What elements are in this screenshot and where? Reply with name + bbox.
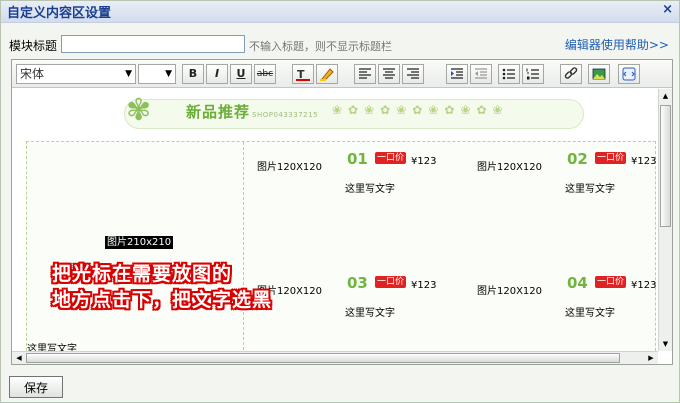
product-number: 04 [567, 274, 588, 292]
font-size-select[interactable]: ▼ [138, 64, 176, 84]
module-title-row: 模块标题 不输入标题，则不显示标题栏 编辑器使用帮助>> [9, 35, 673, 55]
scroll-down-icon[interactable]: ▼ [660, 338, 671, 350]
content-settings-dialog: 自定义内容区设置 × 模块标题 不输入标题，则不显示标题栏 编辑器使用帮助>> … [0, 0, 680, 403]
product-grid: 图片210x210 这里写文字 图片120X120 01 一口价 ¥123 这里… [26, 141, 656, 351]
source-code-icon [622, 67, 636, 81]
editor-help-link[interactable]: 编辑器使用帮助>> [565, 36, 669, 53]
outdent-button[interactable] [470, 64, 492, 84]
highlight-button[interactable] [316, 64, 338, 84]
bow-icon: ✾ [126, 93, 152, 128]
scroll-left-icon[interactable]: ◀ [13, 352, 25, 364]
highlight-pen-icon [320, 68, 334, 81]
dialog-titlebar: 自定义内容区设置 × [1, 1, 679, 23]
product-price: ¥123 [631, 156, 657, 167]
bottom-text: 这里写文字 [27, 344, 77, 351]
product-desc: 这里写文字 [565, 308, 615, 319]
product-item[interactable]: 图片120X120 01 一口价 ¥123 这里写文字 [257, 142, 436, 202]
price-tag: 一口价 [595, 152, 627, 164]
italic-button[interactable]: I [206, 64, 228, 84]
product-desc: 这里写文字 [565, 184, 615, 195]
product-item[interactable]: 图片120X120 04 一口价 ¥123 这里写文字 [477, 266, 656, 326]
module-title-label: 模块标题 [9, 39, 58, 53]
product-number: 01 [347, 150, 368, 168]
vertical-scrollbar[interactable]: ▲ ▼ [658, 89, 672, 351]
horizontal-scroll-thumb[interactable] [26, 353, 620, 363]
indent-icon [451, 68, 463, 79]
strikethrough-button[interactable]: abc [254, 64, 276, 84]
product-price: ¥123 [411, 156, 437, 167]
font-color-icon: T [296, 68, 310, 81]
insert-image-button[interactable] [588, 64, 610, 84]
close-icon[interactable]: × [662, 2, 673, 17]
outdent-icon [475, 68, 487, 79]
instruction-line-1: 把光标在需要放图的 [52, 263, 233, 285]
save-button[interactable]: 保存 [9, 376, 63, 398]
editor-toolbar: 宋体 ▼ ▼ B I U abc T [12, 60, 672, 88]
font-family-value: 宋体 [20, 67, 45, 81]
font-color-button[interactable]: T [292, 64, 314, 84]
product-item[interactable]: 图片120X120 03 一口价 ¥123 这里写文字 [257, 266, 436, 326]
bullet-list-icon [502, 68, 515, 80]
product-image-placeholder: 图片120X120 [477, 162, 543, 173]
product-item[interactable]: 图片120X120 02 一口价 ¥123 这里写文字 [477, 142, 656, 202]
product-number: 03 [347, 274, 368, 292]
align-center-icon [383, 68, 395, 79]
rich-text-editor: 宋体 ▼ ▼ B I U abc T ✾ 新品推荐 SHOP043337215 … [11, 59, 673, 365]
align-left-button[interactable] [354, 64, 376, 84]
product-desc: 这里写文字 [345, 184, 395, 195]
product-image-placeholder: 图片120X120 [477, 286, 543, 297]
align-right-button[interactable] [402, 64, 424, 84]
product-number: 02 [567, 150, 588, 168]
bold-button[interactable]: B [182, 64, 204, 84]
chevron-down-icon: ▼ [165, 69, 172, 79]
banner-title: 新品推荐 [186, 103, 251, 121]
align-right-icon [407, 68, 419, 79]
instruction-line-2: 地方点击下，把文字选黑 [52, 289, 273, 311]
grid-divider [243, 142, 244, 351]
price-tag: 一口价 [375, 152, 407, 164]
image-icon [592, 68, 606, 80]
ordered-list-button[interactable] [522, 64, 544, 84]
chevron-down-icon: ▼ [125, 69, 132, 79]
indent-button[interactable] [446, 64, 468, 84]
font-family-select[interactable]: 宋体 ▼ [16, 64, 136, 84]
link-chain-icon [564, 67, 578, 79]
price-tag: 一口价 [595, 276, 627, 288]
product-price: ¥123 [631, 280, 657, 291]
new-products-banner: ✾ 新品推荐 SHOP043337215 ❀✿❀✿❀✿❀✿❀✿❀ [124, 93, 584, 131]
large-image-placeholder[interactable]: 图片210x210 [105, 236, 174, 249]
editor-canvas[interactable]: ✾ 新品推荐 SHOP043337215 ❀✿❀✿❀✿❀✿❀✿❀ 图片210x2… [12, 89, 658, 351]
price-tag: 一口价 [375, 276, 407, 288]
vertical-scroll-thumb[interactable] [660, 105, 671, 227]
module-title-hint: 不输入标题，则不显示标题栏 [249, 40, 392, 53]
horizontal-scrollbar[interactable]: ◀ ▶ [12, 351, 658, 364]
module-title-input[interactable] [61, 35, 245, 53]
unordered-list-button[interactable] [498, 64, 520, 84]
dialog-title: 自定义内容区设置 [7, 6, 112, 21]
scroll-up-icon[interactable]: ▲ [660, 90, 671, 102]
source-code-button[interactable] [618, 64, 640, 84]
product-image-placeholder: 图片120X120 [257, 162, 323, 173]
banner-subtitle: SHOP043337215 [252, 111, 319, 119]
numbered-list-icon [526, 68, 539, 80]
align-left-icon [359, 68, 371, 79]
product-desc: 这里写文字 [345, 308, 395, 319]
flower-decoration-icon: ❀✿❀✿❀✿❀✿❀✿❀ [332, 103, 509, 117]
product-price: ¥123 [411, 280, 437, 291]
underline-button[interactable]: U [230, 64, 252, 84]
scroll-right-icon[interactable]: ▶ [645, 352, 657, 364]
link-button[interactable] [560, 64, 582, 84]
align-center-button[interactable] [378, 64, 400, 84]
instruction-overlay: 把光标在需要放图的 地方点击下，把文字选黑 [52, 261, 272, 313]
